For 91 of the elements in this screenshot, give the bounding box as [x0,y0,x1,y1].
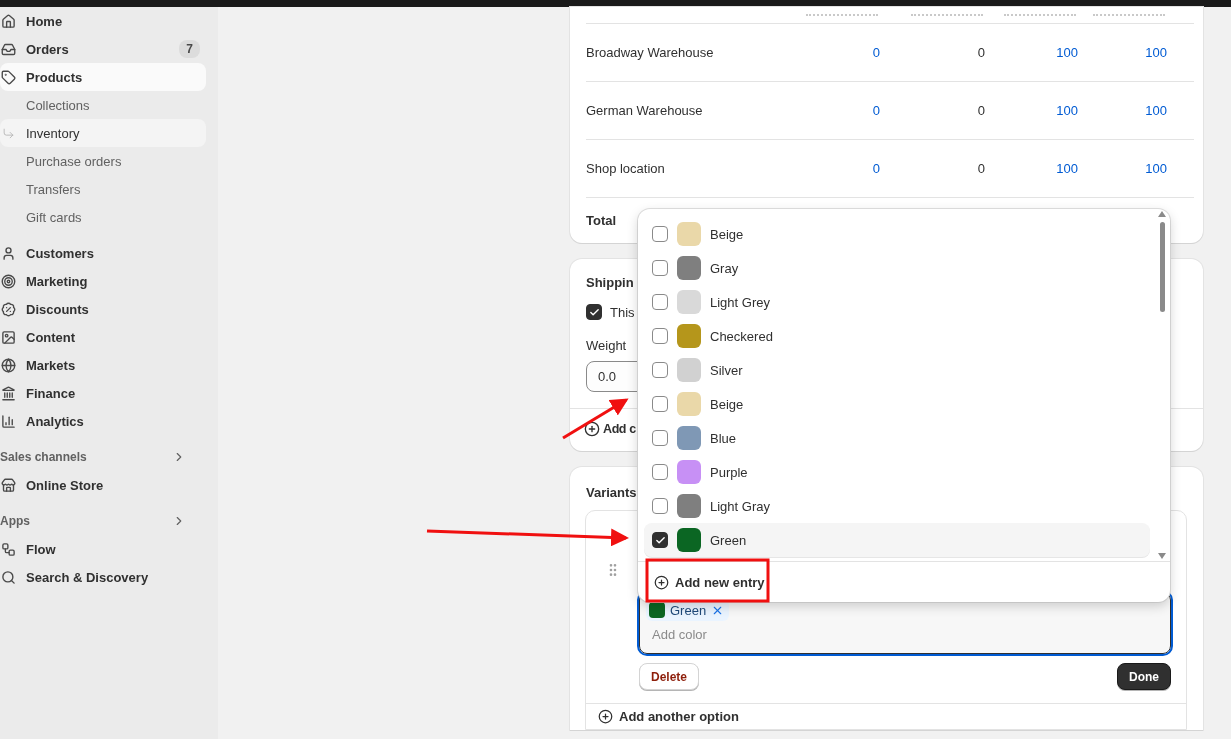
card-title: Variants [586,485,638,500]
percent-badge-icon [0,301,16,317]
checkmark-icon [588,306,600,318]
add-icon [654,574,669,590]
add-link[interactable]: Add c [603,422,636,436]
quantity-link[interactable]: 0 [872,103,880,118]
person-icon [0,245,16,261]
location-name: German Warehouse [586,103,703,118]
sidebar-item[interactable]: Home [0,7,206,35]
sidebar-section[interactable]: Apps [0,507,206,535]
done-button[interactable]: Done [1117,663,1171,690]
checkbox[interactable] [652,328,668,344]
dropdown-option[interactable]: Blue [644,421,1150,455]
dropdown-option[interactable]: Green [644,523,1150,557]
sidebar-item[interactable]: Orders 7 [0,35,206,63]
quantity-link[interactable]: 100 [1145,45,1167,60]
dropdown-option[interactable]: Silver [644,353,1150,387]
location-name: Broadway Warehouse [586,45,714,60]
checkbox-label: This [610,304,635,320]
sidebar-item[interactable]: Purchase orders [0,147,206,175]
scrollbar-thumb[interactable] [1160,222,1165,312]
count-badge: 7 [179,40,200,58]
sidebar-item[interactable]: Online Store [0,471,206,499]
add-color-input[interactable]: Add color [646,627,1164,642]
add-icon [598,709,613,724]
dropdown-option[interactable]: Beige [644,217,1150,251]
dropdown-option[interactable]: Light Gray [644,489,1150,523]
dropdown-option[interactable]: Purple [644,455,1150,489]
workflow-icon [0,541,16,557]
checkbox[interactable] [652,498,668,514]
corner-arrow-icon [1,126,15,140]
add-option-link[interactable]: Add another option [619,709,739,724]
checkbox[interactable] [652,396,668,412]
dropdown-option[interactable]: Light Grey [644,285,1150,319]
checkbox[interactable] [652,362,668,378]
sidebar-item[interactable]: Products [0,63,206,91]
sidebar-item[interactable]: Gift cards [0,203,206,231]
sidebar-item[interactable]: Collections [0,91,206,119]
checkmark-icon [654,534,666,546]
sidebar-section[interactable]: Sales channels [0,443,206,471]
quantity-link[interactable]: 100 [1056,161,1078,176]
quantity-value: 0 [977,103,985,118]
search-icon [0,569,16,585]
quantity-link[interactable]: 0 [872,161,880,176]
quantity-link[interactable]: 0 [872,45,880,60]
sidebar-item[interactable]: Content [0,323,206,351]
checkbox[interactable] [652,226,668,242]
image-icon [0,329,16,345]
checkbox[interactable] [652,294,668,310]
dropdown-option[interactable]: Beige [644,387,1150,421]
bar-chart-icon [0,413,16,429]
checkbox[interactable] [586,304,602,320]
add-icon [584,421,600,437]
quantity-value: 0 [977,161,985,176]
quantity-link[interactable]: 100 [1145,161,1167,176]
dropdown-option[interactable]: Gray [644,251,1150,285]
delete-button[interactable]: Delete [639,663,700,690]
sidebar-item[interactable]: Search & Discovery [0,563,206,591]
total-label: Total [586,213,617,228]
sidebar-item[interactable]: Marketing [0,267,206,295]
quantity-link[interactable]: 100 [1056,45,1078,60]
sidebar-item[interactable]: Discounts [0,295,206,323]
sidebar-item[interactable]: Transfers [0,175,206,203]
scroll-up-icon[interactable] [1158,211,1166,217]
tag-icon [0,69,16,85]
quantity-link[interactable]: 100 [1056,103,1078,118]
field-label: Weight [586,338,628,353]
sidebar-item[interactable]: Markets [0,351,206,379]
storefront-icon [0,477,16,493]
quantity-value: 0 [977,45,985,60]
scroll-down-icon[interactable] [1158,553,1166,559]
quantity-link[interactable]: 100 [1145,103,1167,118]
checkbox[interactable] [652,260,668,276]
bank-icon [0,385,16,401]
checkbox[interactable] [652,464,668,480]
dropdown-option[interactable]: Checkered [644,319,1150,353]
card-title: Shippin [586,275,635,290]
sidebar-item[interactable]: Flow [0,535,206,563]
inbox-icon [0,41,16,57]
location-name: Shop location [586,161,665,176]
sidebar-item[interactable]: Analytics [0,407,206,435]
target-icon [0,273,16,289]
sidebar-item[interactable]: Inventory [0,119,206,147]
checkbox[interactable] [652,430,668,446]
checkbox[interactable] [652,532,668,548]
add-entry-button[interactable]: Add new entry [638,561,1170,602]
sidebar-item[interactable]: Customers [0,239,206,267]
home-icon [0,13,16,29]
globe-icon [0,357,16,373]
sidebar-item[interactable]: Finance [0,379,206,407]
annotation-arrow [562,398,629,440]
